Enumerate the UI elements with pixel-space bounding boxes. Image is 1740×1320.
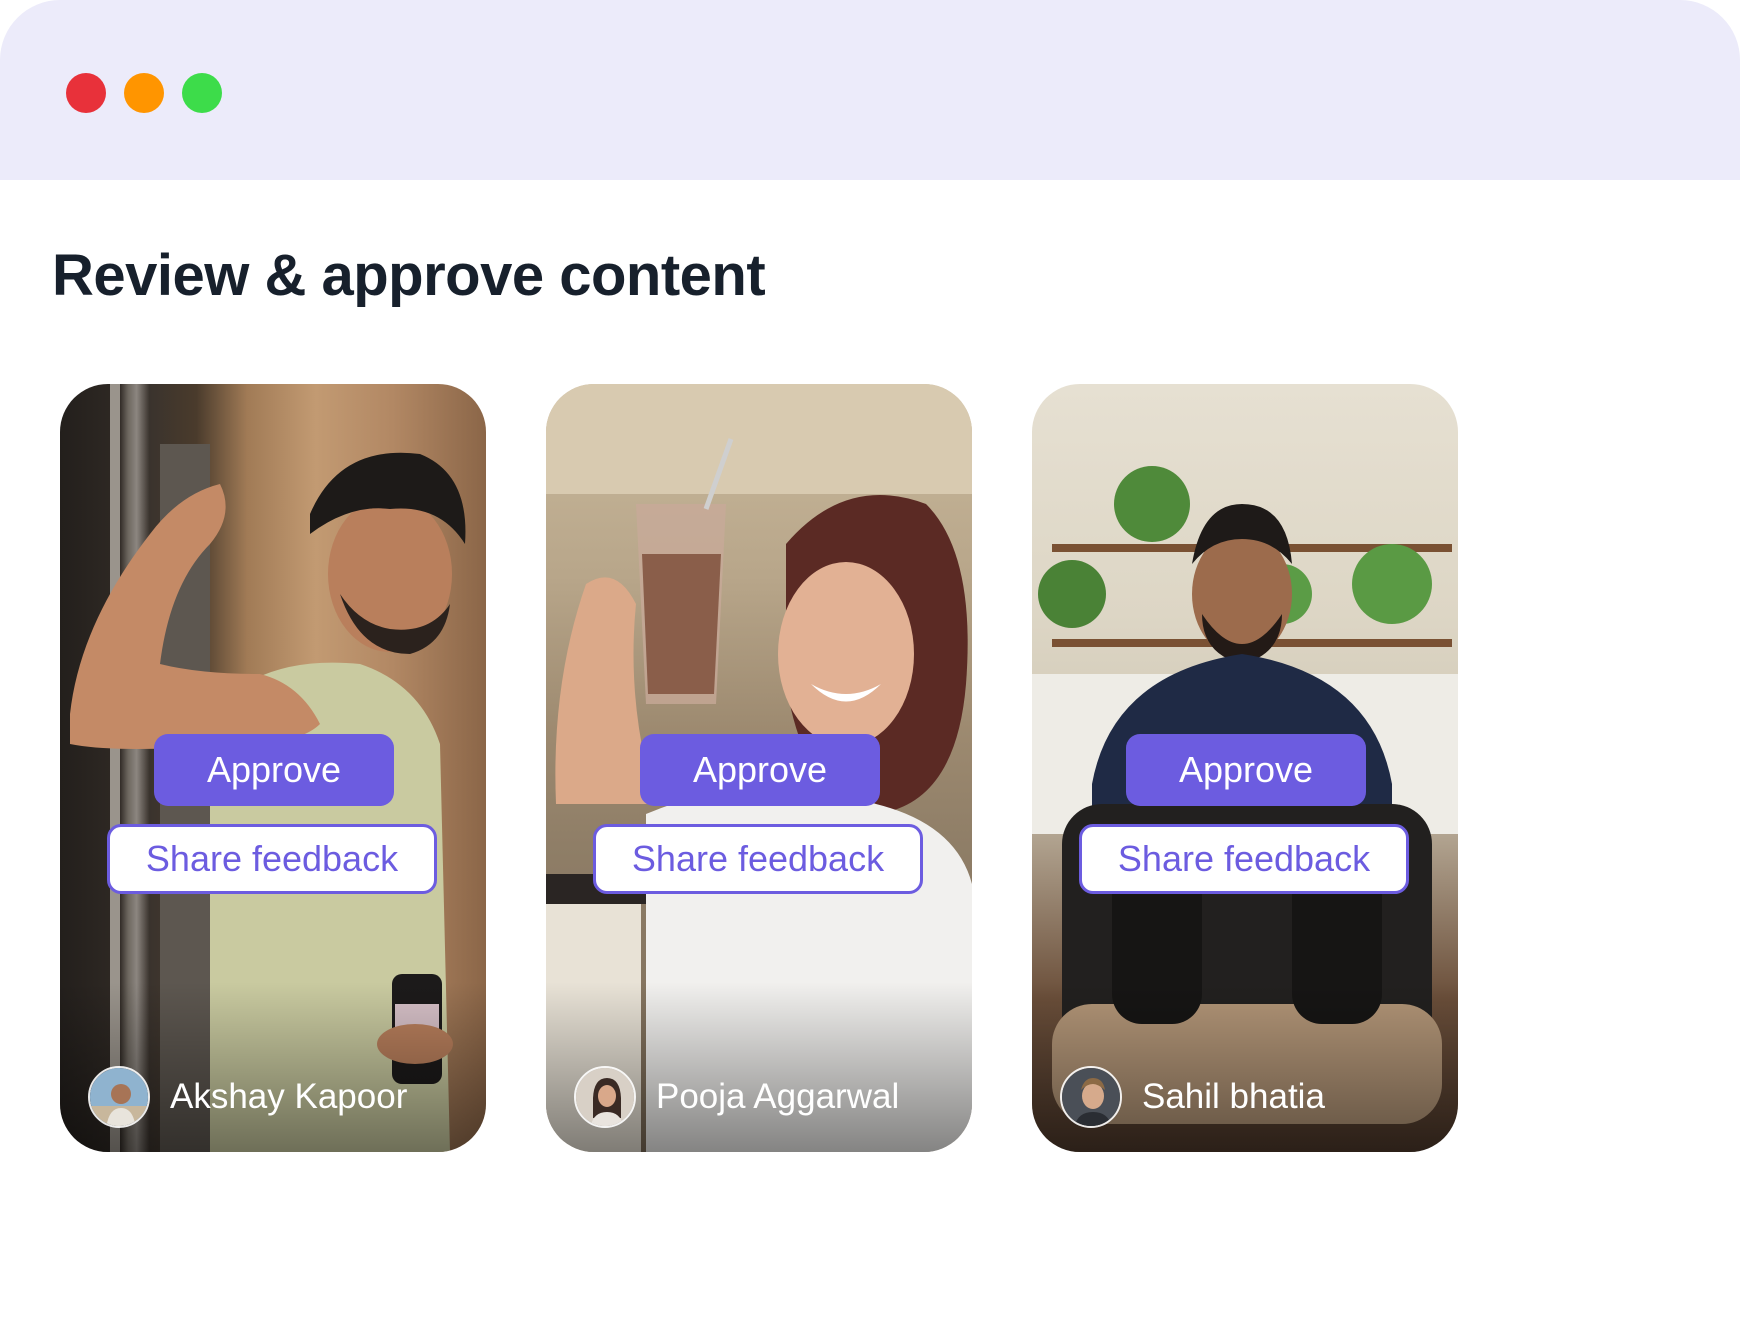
close-window-button[interactable] xyxy=(66,73,106,113)
creator-avatar xyxy=(1060,1066,1122,1128)
approve-button[interactable]: Approve xyxy=(154,734,394,806)
creator-info: Pooja Aggarwal xyxy=(574,1066,899,1128)
creator-avatar xyxy=(88,1066,150,1128)
content-card[interactable]: Approve Share feedback Akshay Kapoor xyxy=(60,384,486,1152)
share-feedback-button[interactable]: Share feedback xyxy=(1079,824,1409,894)
creator-info: Sahil bhatia xyxy=(1060,1066,1325,1128)
creator-name: Sahil bhatia xyxy=(1142,1077,1325,1116)
maximize-window-button[interactable] xyxy=(182,73,222,113)
page-title: Review & approve content xyxy=(52,243,766,308)
content-card[interactable]: Approve Share feedback Sahil bhatia xyxy=(1032,384,1458,1152)
share-feedback-button[interactable]: Share feedback xyxy=(107,824,437,894)
approve-button[interactable]: Approve xyxy=(1126,734,1366,806)
creator-avatar xyxy=(574,1066,636,1128)
creator-name: Pooja Aggarwal xyxy=(656,1077,900,1116)
content-card[interactable]: Approve Share feedback Pooja Aggarwal xyxy=(546,384,972,1152)
approve-button[interactable]: Approve xyxy=(640,734,880,806)
app-window: Review & approve content Approve Share f… xyxy=(0,0,1740,1320)
window-titlebar xyxy=(0,0,1740,180)
creator-name: Akshay Kapoor xyxy=(170,1077,408,1116)
minimize-window-button[interactable] xyxy=(124,73,164,113)
share-feedback-button[interactable]: Share feedback xyxy=(593,824,923,894)
creator-info: Akshay Kapoor xyxy=(88,1066,407,1128)
